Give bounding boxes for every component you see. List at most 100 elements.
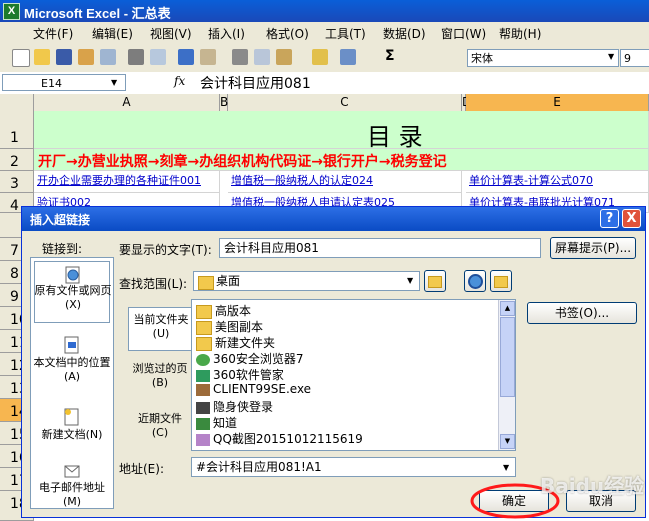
cut-icon[interactable] bbox=[232, 49, 248, 65]
menu-view[interactable]: 视图(V) bbox=[150, 25, 192, 42]
column-header[interactable]: B bbox=[220, 94, 228, 111]
tab-recent-files[interactable]: 近期文件(C) bbox=[128, 407, 192, 451]
dialog-title: 插入超链接 bbox=[30, 213, 91, 227]
list-item[interactable]: CLIENT99SE.exe bbox=[196, 382, 311, 398]
email-icon bbox=[64, 465, 80, 478]
address-input[interactable]: #会计科目应用081!A1 bbox=[191, 457, 516, 477]
link-to-new-document[interactable]: 新建文档(N) bbox=[34, 408, 110, 458]
font-size-select[interactable]: 9 bbox=[620, 49, 649, 67]
research-icon[interactable] bbox=[200, 49, 216, 65]
email-icon[interactable] bbox=[100, 49, 116, 65]
new-icon[interactable] bbox=[12, 49, 30, 67]
title-cell[interactable]: 目 录 bbox=[34, 111, 649, 149]
list-item[interactable]: 高版本 bbox=[196, 302, 251, 319]
menu-data[interactable]: 数据(D) bbox=[383, 25, 426, 42]
folder-icon bbox=[196, 336, 212, 351]
browse-web-button[interactable] bbox=[464, 270, 486, 292]
dialog-title-bar: 插入超链接 ? X bbox=[22, 207, 645, 231]
spelling-icon[interactable] bbox=[178, 49, 194, 65]
flow-cell[interactable]: 开厂→办营业执照→刻章→办组织机构代码证→银行开户→税务登记 bbox=[34, 149, 649, 171]
file-name: 360安全浏览器7 bbox=[213, 352, 304, 366]
look-in-select[interactable]: 桌面 bbox=[193, 271, 420, 291]
print-icon[interactable] bbox=[128, 49, 144, 65]
tab-current-folder[interactable]: 当前文件夹(U) bbox=[128, 307, 192, 351]
format-painter-icon[interactable] bbox=[312, 49, 328, 65]
file-name: 隐身侠登录 bbox=[213, 400, 274, 414]
tab-label: 浏览过的页(B) bbox=[132, 362, 188, 389]
menu-edit[interactable]: 编辑(E) bbox=[92, 25, 133, 42]
menu-file[interactable]: 文件(F) bbox=[33, 25, 73, 42]
list-item[interactable]: 360软件管家 bbox=[196, 366, 284, 382]
column-header[interactable]: C bbox=[228, 94, 462, 111]
address-label: 地址(E): bbox=[119, 462, 164, 476]
exe-icon bbox=[196, 383, 210, 396]
app-icon bbox=[196, 369, 210, 382]
undo-icon[interactable] bbox=[340, 49, 356, 65]
list-item[interactable]: QQ截图20151012115619 bbox=[196, 430, 363, 446]
file-list[interactable]: 高版本 美图副本 新建文件夹 360安全浏览器7 360软件管家 CLIENT9… bbox=[191, 299, 516, 451]
select-all-corner[interactable] bbox=[0, 94, 34, 111]
link-to-label-text: 原有文件或网页(X) bbox=[34, 284, 112, 311]
row-header[interactable]: 1 bbox=[0, 111, 34, 149]
new-document-icon bbox=[64, 408, 79, 426]
menu-format[interactable]: 格式(O) bbox=[266, 25, 309, 42]
fx-icon[interactable]: fx bbox=[174, 74, 185, 88]
save-icon[interactable] bbox=[56, 49, 72, 65]
list-item[interactable]: 美图副本 bbox=[196, 318, 263, 335]
image-icon bbox=[196, 433, 210, 446]
browse-file-button[interactable] bbox=[490, 270, 512, 292]
menu-tools[interactable]: 工具(T) bbox=[325, 25, 366, 42]
close-button[interactable]: X bbox=[622, 209, 641, 228]
bookmark-button[interactable]: 书签(O)... bbox=[527, 302, 637, 324]
link-to-existing-file[interactable]: 原有文件或网页(X) bbox=[34, 261, 112, 323]
list-item[interactable]: 隐身侠登录 bbox=[196, 398, 273, 414]
link-to-label-text: 新建文档(N) bbox=[41, 428, 103, 441]
list-item[interactable]: 知道 bbox=[196, 414, 237, 430]
paste-icon[interactable] bbox=[276, 49, 292, 65]
scroll-down-icon[interactable]: ▼ bbox=[500, 434, 515, 449]
help-button[interactable]: ? bbox=[600, 209, 619, 228]
chevron-down-icon[interactable]: ▼ bbox=[407, 276, 413, 285]
column-header[interactable]: E bbox=[466, 94, 649, 111]
up-folder-button[interactable] bbox=[424, 270, 446, 292]
formula-input[interactable]: 会计科目应用081 bbox=[200, 73, 311, 93]
scroll-up-icon[interactable]: ▲ bbox=[500, 301, 515, 316]
print-preview-icon[interactable] bbox=[150, 49, 166, 65]
link-to-panel: 原有文件或网页(X) 本文档中的位置(A) 新建文档(N) 电子邮件地址(M) bbox=[30, 257, 114, 509]
tab-browsed-pages[interactable]: 浏览过的页(B) bbox=[128, 357, 192, 401]
excel-icon: X bbox=[3, 3, 20, 20]
copy-icon[interactable] bbox=[254, 49, 270, 65]
hyperlink-cell[interactable]: 增值税一般纳税人的认定024 bbox=[228, 171, 462, 193]
folder-icon bbox=[196, 304, 212, 319]
menu-help[interactable]: 帮助(H) bbox=[499, 25, 541, 42]
screen-tip-button[interactable]: 屏幕提示(P)... bbox=[550, 237, 636, 259]
menu-window[interactable]: 窗口(W) bbox=[441, 25, 486, 42]
link-to-place-in-document[interactable]: 本文档中的位置(A) bbox=[34, 334, 111, 394]
file-list-scrollbar[interactable]: ▲ ▼ bbox=[498, 300, 515, 450]
menu-insert[interactable]: 插入(I) bbox=[208, 25, 245, 42]
chevron-down-icon[interactable]: ▼ bbox=[608, 52, 614, 61]
scrollbar-thumb[interactable] bbox=[500, 317, 515, 397]
display-text-input[interactable]: 会计科目应用081 bbox=[219, 238, 541, 258]
row-header[interactable]: 2 bbox=[0, 149, 34, 171]
search-web-icon bbox=[467, 274, 483, 289]
link-to-email[interactable]: 电子邮件地址(M) bbox=[34, 463, 110, 508]
document-place-icon bbox=[64, 336, 79, 354]
look-in-value: 桌面 bbox=[216, 274, 241, 288]
chevron-down-icon[interactable]: ▼ bbox=[111, 78, 117, 87]
list-item[interactable]: 新建文件夹 bbox=[196, 334, 275, 351]
list-item[interactable]: 360安全浏览器7 bbox=[196, 350, 304, 366]
name-box[interactable]: E14 bbox=[2, 74, 126, 91]
column-headers: A B C D E bbox=[0, 94, 649, 112]
chevron-down-icon[interactable]: ▼ bbox=[503, 463, 509, 472]
permission-icon[interactable] bbox=[78, 49, 94, 65]
column-header[interactable]: A bbox=[34, 94, 220, 111]
open-icon[interactable] bbox=[34, 49, 50, 65]
autosum-icon[interactable]: Σ bbox=[385, 48, 395, 64]
font-name-select[interactable]: 宋体 bbox=[467, 49, 619, 67]
hyperlink-cell[interactable]: 开办企业需要办理的各种证件001 bbox=[34, 171, 220, 193]
app-icon bbox=[196, 417, 210, 430]
row-header[interactable]: 3 bbox=[0, 171, 34, 193]
hyperlink-cell[interactable]: 单价计算表-计算公式070 bbox=[466, 171, 649, 193]
file-name: 360软件管家 bbox=[213, 368, 284, 382]
